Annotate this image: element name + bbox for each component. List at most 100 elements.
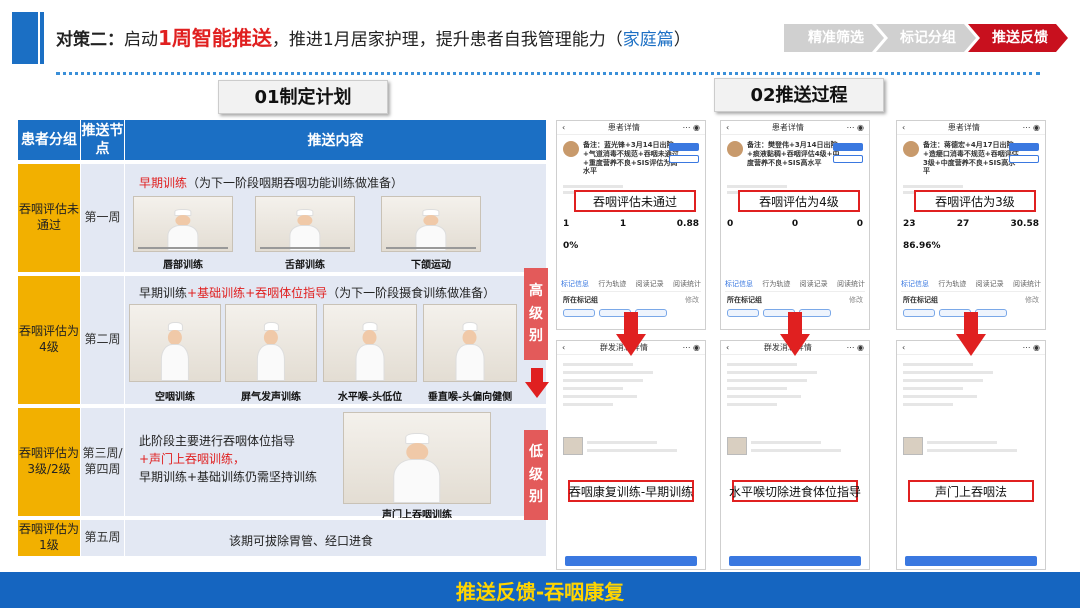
- section-title-process: 02推送过程: [714, 78, 884, 112]
- info-line: [903, 403, 953, 406]
- message-detail-screen: ‹ ⋯ ◉: [896, 340, 1046, 570]
- video-thumbnail[interactable]: [255, 196, 355, 252]
- edit-link[interactable]: 修改: [1025, 295, 1039, 305]
- patient-detail-screen: ‹ 患者详情 ⋯ ◉ 备注：蒋德宏+4月17日出院+造瘘口消毒不规范+吞咽评估3级+中…: [896, 120, 1046, 330]
- phone-titlebar: ‹ 患者详情 ⋯ ◉: [897, 121, 1045, 135]
- node-cell: 第一周: [80, 164, 124, 272]
- tab-reading[interactable]: 阅读记录: [636, 279, 664, 289]
- info-line: [727, 379, 807, 382]
- header-accent-line: [40, 12, 44, 64]
- table-header-row: 患者分组 推送节点 推送内容: [18, 120, 546, 160]
- article-thumbnail[interactable]: [903, 437, 923, 455]
- info-line: [727, 371, 817, 374]
- phone-title: 患者详情: [771, 123, 804, 132]
- article-title-line: [587, 449, 677, 452]
- info-line: [903, 379, 983, 382]
- table-row: 吞咽评估为3级/2级 第三周/第四周 此阶段主要进行吞咽体位指导 +声门上吞咽训…: [18, 406, 546, 521]
- message-detail-screen: ‹ 群发消息详情 ⋯ ◉: [556, 340, 706, 570]
- article-thumbnail[interactable]: [727, 437, 747, 455]
- info-line: [563, 395, 637, 398]
- arrow-down-icon: [616, 312, 646, 356]
- tab-mark-info[interactable]: 标记信息: [725, 279, 753, 289]
- video-thumbnail[interactable]: [133, 196, 233, 252]
- action-button[interactable]: [1009, 143, 1039, 151]
- patient-detail-screen: ‹ 患者详情 ⋯ ◉ 备注：樊登伟+3月14日出院+痰液黏稠+吞咽评估4级+中度营养不…: [720, 120, 870, 330]
- article-thumbnail[interactable]: [563, 437, 583, 455]
- bottom-action-button[interactable]: [565, 556, 697, 566]
- group-cell: 吞咽评估为1级: [18, 520, 80, 556]
- patient-detail-screen: ‹ 患者详情 ⋯ ◉ 备注：蓝光锋+3月14日出院+气道消毒不规范+吞咽未通过+重度营…: [556, 120, 706, 330]
- more-icon[interactable]: ⋯ ◉: [846, 123, 864, 132]
- info-line: [903, 185, 963, 188]
- stats-row: 1 1 0.88: [563, 219, 699, 229]
- info-line: [563, 387, 623, 390]
- tab-mark-info[interactable]: 标记信息: [901, 279, 929, 289]
- info-line: [727, 185, 787, 188]
- table-row: 吞咽评估为4级 第二周 早期训练+基础训练+吞咽体位指导（为下一阶段摄食训练做准…: [18, 274, 546, 404]
- video-thumbnail[interactable]: [323, 304, 417, 382]
- content-text: 早期训练（为下一阶段咽期吞咽功能训练做准备）: [139, 176, 404, 190]
- video-thumbnail[interactable]: [381, 196, 481, 252]
- tab-mark-info[interactable]: 标记信息: [561, 279, 589, 289]
- more-icon[interactable]: ⋯ ◉: [1022, 343, 1040, 352]
- info-line: [563, 403, 613, 406]
- more-icon[interactable]: ⋯ ◉: [1022, 123, 1040, 132]
- tag-chip: [727, 309, 759, 317]
- edit-link[interactable]: 修改: [849, 295, 863, 305]
- more-icon[interactable]: ⋯ ◉: [846, 343, 864, 352]
- action-button[interactable]: [833, 155, 863, 163]
- content-text: 早期训练+基础训练+吞咽体位指导（为下一阶段摄食训练做准备）: [139, 286, 496, 300]
- mark-group-label: 所在标记组: [563, 296, 598, 304]
- bottom-action-button[interactable]: [729, 556, 861, 566]
- read-rate: 86.96%: [903, 241, 941, 251]
- assessment-result-box: 吞咽评估未通过: [574, 190, 696, 212]
- section-title-plan: 01制定计划: [218, 80, 388, 114]
- video-thumbnail[interactable]: [343, 412, 491, 504]
- tab-stats[interactable]: 阅读统计: [837, 279, 865, 289]
- low-level-tag: 低级别: [524, 430, 548, 520]
- tab-behavior[interactable]: 行为轨迹: [762, 279, 790, 289]
- table-row: 吞咽评估为1级 第五周 该期可拔除胃管、经口进食: [18, 518, 546, 556]
- more-icon[interactable]: ⋯ ◉: [682, 343, 700, 352]
- video-label: 舌部训练: [285, 260, 325, 271]
- action-button[interactable]: [833, 143, 863, 151]
- tab-behavior[interactable]: 行为轨迹: [598, 279, 626, 289]
- action-button[interactable]: [669, 155, 699, 163]
- info-line: [727, 363, 797, 366]
- nurse-figure: [353, 321, 388, 381]
- avatar: [903, 141, 919, 157]
- more-icon[interactable]: ⋯ ◉: [682, 123, 700, 132]
- phone-titlebar: ‹ 患者详情 ⋯ ◉: [721, 121, 869, 135]
- process-steps: 精准筛选 标记分组 推送反馈: [792, 24, 1068, 52]
- tab-reading[interactable]: 阅读记录: [976, 279, 1004, 289]
- action-button[interactable]: [1009, 155, 1039, 163]
- video-thumbnail[interactable]: [129, 304, 221, 382]
- article-title-line: [927, 449, 1017, 452]
- arrow-down-icon: [956, 312, 986, 356]
- nurse-figure: [158, 321, 192, 381]
- edit-link[interactable]: 修改: [685, 295, 699, 305]
- nurse-figure: [412, 208, 449, 251]
- action-button[interactable]: [669, 143, 699, 151]
- push-content-box: 声门上吞咽法: [908, 480, 1034, 502]
- nurse-figure: [164, 208, 201, 251]
- mark-group-label: 所在标记组: [727, 296, 762, 304]
- tag-chip: [903, 309, 935, 317]
- patient-memo: 备注：蒋德宏+4月17日出院+造瘘口消毒不规范+吞咽评估3级+中度营养不良+SI…: [923, 141, 1019, 176]
- content-cell: 该期可拔除胃管、经口进食: [124, 520, 546, 556]
- tab-reading[interactable]: 阅读记录: [800, 279, 828, 289]
- info-line: [563, 363, 633, 366]
- article-title-line: [751, 449, 841, 452]
- video-thumbnail[interactable]: [423, 304, 517, 382]
- bottom-action-button[interactable]: [905, 556, 1037, 566]
- tab-stats[interactable]: 阅读统计: [1013, 279, 1041, 289]
- tab-behavior[interactable]: 行为轨迹: [938, 279, 966, 289]
- group-cell: 吞咽评估为4级: [18, 276, 80, 404]
- slide: 对策二：启动1周智能推送，推进1月居家护理，提升患者自我管理能力（家庭篇） 精准…: [0, 0, 1080, 608]
- video-thumbnail[interactable]: [225, 304, 317, 382]
- footer-banner: 推送反馈-吞咽康复: [0, 572, 1080, 608]
- article-title-line: [751, 441, 821, 444]
- tab-stats[interactable]: 阅读统计: [673, 279, 701, 289]
- back-icon[interactable]: ‹: [902, 343, 905, 352]
- info-line: [563, 379, 643, 382]
